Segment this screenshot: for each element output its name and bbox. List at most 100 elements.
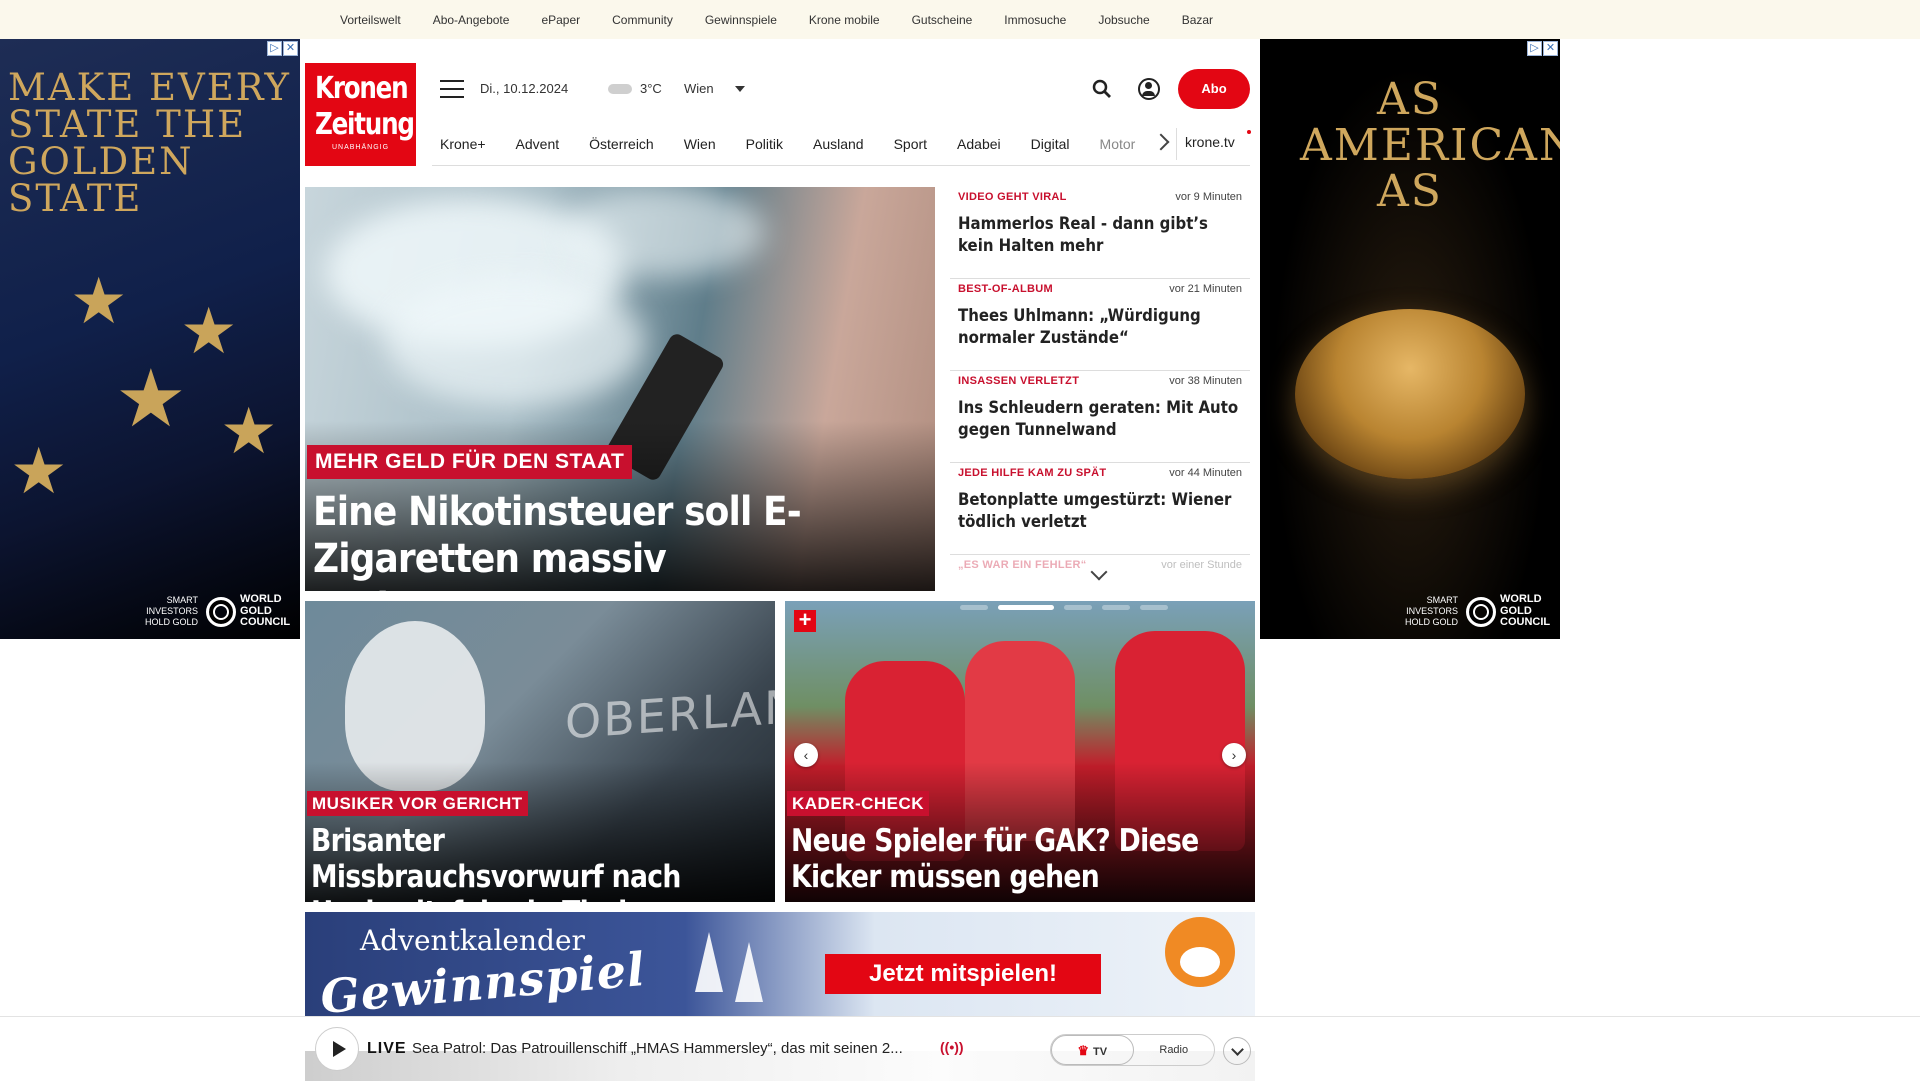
ticker-item[interactable]: VIDEO GEHT VIRAL vor 9 Minuten Hammerlos…	[950, 187, 1250, 279]
nav-item-krone-tv[interactable]: krone.tv	[1185, 134, 1235, 150]
ad-tagline: SMART INVESTORS HOLD GOLD	[144, 595, 198, 628]
topbar-link-gutscheine[interactable]: Gutscheine	[912, 13, 973, 27]
card-kicker: KADER-CHECK	[787, 791, 930, 816]
logo-text: Kronen	[314, 71, 409, 106]
topbar-link-krone-mobile[interactable]: Krone mobile	[809, 13, 880, 27]
topbar-link-vorteilswelt[interactable]: Vorteilswelt	[340, 13, 401, 27]
nav-item-wien[interactable]: Wien	[684, 136, 716, 152]
nav-item-ausland[interactable]: Ausland	[813, 136, 864, 152]
ad-brand: WORLD GOLD COUNCIL	[240, 593, 291, 629]
ad-info-icon[interactable]: ▷	[267, 41, 282, 56]
topbar-link-bazar[interactable]: Bazar	[1182, 13, 1213, 27]
court-sign-image: OBERLANDESGERICHT	[565, 656, 775, 750]
nav-item-politik[interactable]: Politik	[746, 136, 783, 152]
ticker-time: vor 21 Minuten	[1169, 283, 1242, 295]
tab-radio[interactable]: Radio	[1134, 1035, 1215, 1065]
chevron-down-icon[interactable]	[1223, 1037, 1251, 1065]
card-headline[interactable]: Brisanter Missbrauchsvorwurf nach Hochze…	[311, 823, 741, 902]
nav-item-advent[interactable]: Advent	[516, 136, 560, 152]
chevron-right-icon[interactable]	[1152, 133, 1170, 151]
topbar-link-immosuche[interactable]: Immosuche	[1004, 13, 1066, 27]
hero-article[interactable]: MEHR GELD FÜR DEN STAAT Eine Nikotinsteu…	[305, 187, 935, 591]
logo-subtitle: UNABHÄNGIG	[331, 144, 390, 151]
ticker-title[interactable]: Hammerlos Real - dann gibt’s kein Halten…	[958, 213, 1248, 257]
nav-item-krone-plus[interactable]: Krone+	[440, 136, 486, 152]
ad-close-icon[interactable]: ✕	[1543, 41, 1558, 56]
ticker-title[interactable]: Ins Schleudern geraten: Mit Auto gegen T…	[958, 397, 1248, 441]
star-icon: ★	[115, 354, 187, 443]
topbar-link-gewinnspiele[interactable]: Gewinnspiele	[705, 13, 777, 27]
nav-item-sport[interactable]: Sport	[894, 136, 927, 152]
hero-kicker: MEHR GELD FÜR DEN STAAT	[307, 445, 633, 479]
golden-pie-image	[1295, 309, 1525, 479]
logo-text: Zeitung	[314, 107, 415, 142]
ad-left-footer: SMART INVESTORS HOLD GOLD WORLD GOLD COU…	[128, 594, 290, 629]
ad-brand: WORLD GOLD COUNCIL	[1500, 593, 1551, 629]
topbar-link-community[interactable]: Community	[612, 13, 673, 27]
star-icon: ★	[70, 265, 128, 337]
main-navigation: Krone+ Advent Österreich Wien Politik Au…	[432, 122, 1251, 166]
ad-close-icon[interactable]: ✕	[283, 41, 298, 56]
play-button[interactable]	[315, 1027, 359, 1071]
crown-icon: ♛	[1077, 1043, 1090, 1058]
tree-icon	[735, 942, 763, 1002]
ticker-tag: BEST-OF-ALBUM	[958, 283, 1053, 295]
ticker-item[interactable]: BEST-OF-ALBUM vor 21 Minuten Thees Uhlma…	[950, 279, 1250, 371]
ad-left-headline: MAKE EVERY STATE THE GOLDEN STATE	[8, 66, 291, 220]
current-date: Di., 10.12.2024	[480, 81, 569, 96]
abo-button[interactable]: Abo	[1178, 69, 1250, 109]
tree-icon	[695, 932, 723, 992]
ticker-time: vor 9 Minuten	[1175, 191, 1242, 203]
live-dot-icon	[1247, 130, 1251, 134]
ad-right-headline: AS AMERICAN AS	[1300, 74, 1560, 218]
ticker-tag: „ES WAR EIN FEHLER“	[958, 559, 1087, 571]
tab-tv-label: TV	[1093, 1046, 1108, 1058]
ad-info-icon[interactable]: ▷	[1527, 41, 1542, 56]
news-ticker: VIDEO GEHT VIRAL vor 9 Minuten Hammerlos…	[950, 187, 1250, 591]
krone-plus-icon: +	[794, 609, 816, 632]
advent-banner[interactable]: Adventkalender Gewinnspiel Jetzt mitspie…	[305, 912, 1255, 1016]
banner-cta-button[interactable]: Jetzt mitspielen!	[825, 954, 1101, 994]
top-utility-bar: Vorteilswelt Abo-Angebote ePaper Communi…	[0, 0, 1920, 39]
menu-icon[interactable]	[440, 80, 464, 98]
cloud-icon	[608, 84, 632, 94]
topbar-link-jobsuche[interactable]: Jobsuche	[1098, 13, 1149, 27]
ticker-tag: INSASSEN VERLETZT	[958, 375, 1080, 387]
ad-right[interactable]: ▷ ✕ AS AMERICAN AS SMART INVESTORS HOLD G…	[1260, 39, 1560, 639]
search-icon[interactable]	[1092, 79, 1112, 99]
nav-item-oesterreich[interactable]: Österreich	[589, 136, 654, 152]
wgc-logo-icon	[1466, 596, 1496, 627]
carousel-indicator	[960, 605, 1168, 610]
topbar-link-abo-angebote[interactable]: Abo-Angebote	[433, 13, 510, 27]
ticker-item[interactable]: JEDE HILFE KAM ZU SPÄT vor 44 Minuten Be…	[950, 463, 1250, 555]
topbar-link-epaper[interactable]: ePaper	[541, 13, 580, 27]
ad-tagline: SMART INVESTORS HOLD GOLD	[1404, 595, 1458, 628]
tab-tv[interactable]: ♛ TV	[1051, 1035, 1134, 1065]
site-logo[interactable]: Kronen Zeitung UNABHÄNGIG	[305, 63, 416, 166]
live-label: LIVE	[367, 1040, 407, 1057]
live-player-bar: LIVE Sea Patrol: Das Patrouillenschiff „…	[0, 1016, 1920, 1081]
hero-headline[interactable]: Eine Nikotinsteuer soll E-Zigaretten mas…	[313, 489, 835, 591]
nav-item-adabei[interactable]: Adabei	[957, 136, 1001, 152]
ad-choices[interactable]: ▷ ✕	[1527, 41, 1558, 56]
ad-right-footer: SMART INVESTORS HOLD GOLD WORLD GOLD COU…	[1388, 594, 1550, 629]
article-card[interactable]: OBERLANDESGERICHT MUSIKER VOR GERICHT Br…	[305, 601, 775, 902]
temperature: 3°C	[640, 81, 662, 96]
ticker-title[interactable]: Thees Uhlmann: „Würdigung normaler Zustä…	[958, 305, 1248, 349]
star-icon: ★	[180, 295, 238, 367]
tv-radio-toggle[interactable]: ♛ TV Radio	[1050, 1034, 1215, 1066]
player-title[interactable]: Sea Patrol: Das Patrouillenschiff „HMAS …	[412, 1040, 932, 1057]
ad-choices[interactable]: ▷ ✕	[267, 41, 298, 56]
nav-item-motor[interactable]: Motor	[1100, 136, 1136, 152]
city-selector[interactable]: Wien	[684, 81, 714, 96]
card-headline[interactable]: Neue Spieler für GAK? Diese Kicker müsse…	[791, 823, 1221, 895]
ticker-tag: VIDEO GEHT VIRAL	[958, 191, 1067, 203]
account-icon[interactable]	[1138, 78, 1160, 100]
chevron-down-icon[interactable]	[735, 86, 745, 92]
ad-left[interactable]: ▷ ✕ MAKE EVERY STATE THE GOLDEN STATE ★ ★…	[0, 39, 300, 639]
ticker-time: vor 44 Minuten	[1169, 467, 1242, 479]
article-card[interactable]: + ‹ › KADER-CHECK Neue Spieler für GAK? …	[785, 601, 1255, 902]
ticker-item[interactable]: INSASSEN VERLETZT vor 38 Minuten Ins Sch…	[950, 371, 1250, 463]
ticker-title[interactable]: Betonplatte umgestürzt: Wiener tödlich v…	[958, 489, 1248, 533]
nav-item-digital[interactable]: Digital	[1031, 136, 1070, 152]
